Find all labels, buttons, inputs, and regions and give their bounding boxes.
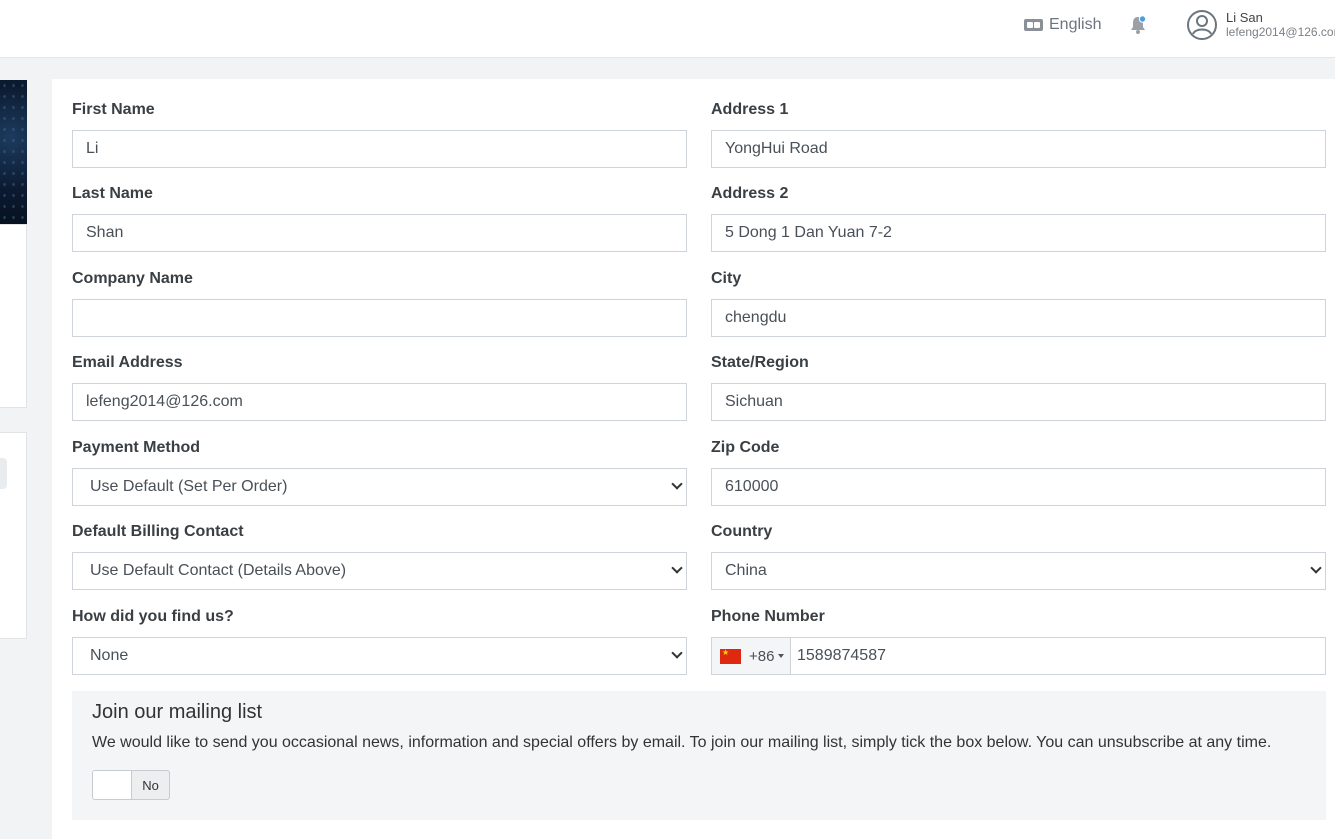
last-name-group: Last Name (72, 183, 687, 252)
first-name-group: First Name (72, 99, 687, 168)
top-header: English Li San lefeng2014@126.com (0, 0, 1335, 58)
state-label: State/Region (711, 354, 809, 371)
address1-input[interactable] (711, 130, 1326, 168)
state-group: State/Region (711, 352, 1326, 421)
country-code-selector[interactable]: +86 (711, 637, 790, 675)
user-circle-icon (1187, 10, 1217, 40)
zip-label: Zip Code (711, 439, 780, 456)
first-name-label: First Name (72, 101, 155, 118)
dial-code: +86 (749, 647, 775, 665)
city-group: City (711, 268, 1326, 337)
company-name-group: Company Name (72, 268, 687, 337)
zip-group: Zip Code (711, 437, 1326, 506)
notifications-button[interactable] (1128, 14, 1148, 36)
company-name-label: Company Name (72, 270, 193, 287)
email-group: Email Address (72, 352, 687, 421)
city-input[interactable] (711, 299, 1326, 337)
user-name: Li San (1226, 10, 1263, 25)
country-label: Country (711, 523, 773, 540)
zip-input[interactable] (711, 468, 1326, 506)
phone-group: Phone Number +86 (711, 606, 1326, 675)
payment-method-label: Payment Method (72, 439, 201, 456)
language-label: English (1049, 16, 1102, 33)
language-selector[interactable]: English (1024, 14, 1101, 36)
toggle-knob (93, 771, 132, 799)
company-name-input[interactable] (72, 299, 687, 337)
find-us-value[interactable]: None (72, 637, 687, 675)
country-select[interactable]: China (711, 552, 1326, 590)
mailing-list-toggle[interactable]: No (92, 770, 170, 800)
user-info: Li San lefeng2014@126.com (1226, 10, 1335, 40)
account-details-card: First Name Last Name Company Name Email … (52, 79, 1335, 839)
sidebar-menu-item[interactable] (0, 458, 7, 489)
first-name-input[interactable] (72, 130, 687, 168)
mailing-list-text: We would like to send you occasional new… (92, 734, 1272, 751)
address2-group: Address 2 (711, 183, 1326, 252)
phone-field: +86 (711, 637, 1326, 675)
billing-contact-value[interactable]: Use Default Contact (Details Above) (72, 552, 687, 590)
payment-method-value[interactable]: Use Default (Set Per Order) (72, 468, 687, 506)
user-menu[interactable]: Li San lefeng2014@126.com (1186, 8, 1335, 42)
city-label: City (711, 270, 742, 287)
user-email: lefeng2014@126.com (1226, 25, 1335, 39)
bell-icon (1131, 15, 1147, 34)
email-input[interactable] (72, 383, 687, 421)
last-name-label: Last Name (72, 185, 153, 202)
payment-method-select[interactable]: Use Default (Set Per Order) (72, 468, 687, 506)
address1-label: Address 1 (711, 101, 789, 118)
language-icon (1024, 19, 1043, 31)
find-us-group: How did you find us? None (72, 606, 687, 675)
billing-contact-label: Default Billing Contact (72, 523, 244, 540)
billing-contact-group: Default Billing Contact Use Default Cont… (72, 521, 687, 590)
find-us-label: How did you find us? (72, 608, 234, 625)
email-label: Email Address (72, 354, 183, 371)
sidebar-card (0, 224, 27, 408)
caret-down-icon (778, 654, 785, 658)
state-input[interactable] (711, 383, 1326, 421)
payment-method-group: Payment Method Use Default (Set Per Orde… (72, 437, 687, 506)
mailing-list-section: Join our mailing list We would like to s… (72, 691, 1326, 820)
toggle-label: No (142, 777, 159, 793)
sidebar-banner-image (0, 80, 27, 224)
address2-input[interactable] (711, 214, 1326, 252)
phone-label: Phone Number (711, 608, 825, 625)
country-value[interactable]: China (711, 552, 1326, 590)
address1-group: Address 1 (711, 99, 1326, 168)
country-group: Country China (711, 521, 1326, 590)
phone-input[interactable] (790, 637, 1326, 675)
address2-label: Address 2 (711, 185, 789, 202)
find-us-select[interactable]: None (72, 637, 687, 675)
mailing-list-title: Join our mailing list (92, 701, 263, 723)
china-flag-icon (720, 648, 741, 664)
billing-contact-select[interactable]: Use Default Contact (Details Above) (72, 552, 687, 590)
last-name-input[interactable] (72, 214, 687, 252)
